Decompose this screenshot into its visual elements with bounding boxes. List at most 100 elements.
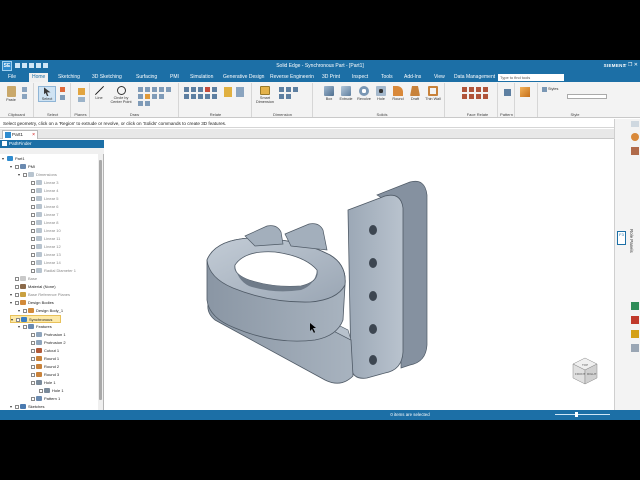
pathfinder-node[interactable]: Linear 11	[26, 235, 60, 243]
visibility-checkbox[interactable]	[31, 244, 35, 249]
symmetric-diameter-icon[interactable]	[279, 94, 284, 99]
equal-radius-icon[interactable]	[483, 94, 488, 99]
window-controls[interactable]: – ❐ ✕	[624, 62, 638, 68]
visibility-checkbox[interactable]	[31, 380, 35, 385]
pathfinder-node[interactable]: Linear 3	[26, 179, 58, 187]
arc-icon[interactable]	[138, 87, 143, 92]
visibility-checkbox[interactable]	[15, 284, 19, 289]
tab-data-management[interactable]: Data Management	[454, 74, 495, 80]
distance-between-icon[interactable]	[279, 87, 284, 92]
pathfinder-node[interactable]: Hole 1	[26, 379, 56, 387]
visibility-checkbox[interactable]	[16, 317, 20, 322]
visibility-checkbox[interactable]	[31, 204, 35, 209]
tab-pmi[interactable]: PMI	[170, 74, 179, 80]
pathfinder-node[interactable]: ▾ Sketches	[10, 403, 44, 410]
parallel-icon[interactable]	[212, 87, 217, 92]
rectangle-icon[interactable]	[145, 87, 150, 92]
visibility-checkbox[interactable]	[31, 180, 35, 185]
smart-dimension-button[interactable]: Smart Dimension	[255, 86, 275, 104]
tab-part1[interactable]: Part1 ×	[2, 130, 38, 139]
chamfer-dimension-icon[interactable]	[286, 94, 291, 99]
visibility-checkbox[interactable]	[31, 332, 35, 337]
visibility-checkbox[interactable]	[31, 348, 35, 353]
extrude-button[interactable]: Extrude	[337, 86, 355, 101]
visibility-checkbox[interactable]	[15, 164, 19, 169]
pathfinder-node[interactable]: Linear 12	[26, 243, 61, 251]
pathfinder-node[interactable]: Base	[10, 275, 37, 283]
pathfinder-node[interactable]: ▾ Design Bodies	[10, 299, 54, 307]
revolve-button[interactable]: Revolve	[355, 86, 373, 101]
tab-3d-sketching[interactable]: 3D Sketching	[92, 74, 122, 80]
pathfinder-node[interactable]: Material (None)	[10, 283, 56, 291]
tab-view[interactable]: View	[434, 74, 445, 80]
visibility-checkbox[interactable]	[15, 292, 19, 297]
visibility-checkbox[interactable]	[23, 324, 27, 329]
curve-icon[interactable]	[138, 101, 143, 106]
tab-add-ins[interactable]: Add-Ins	[404, 74, 421, 80]
pathfinder-node[interactable]: ▾ Dimensions	[18, 171, 57, 179]
measure-icon[interactable]	[631, 330, 639, 338]
pathfinder-node[interactable]: Protrusion 1	[26, 331, 66, 339]
pathfinder-node[interactable]: Linear 6	[26, 203, 58, 211]
parallel-face-icon[interactable]	[469, 87, 474, 92]
offset-icon[interactable]	[145, 94, 150, 99]
lock-icon[interactable]	[191, 94, 196, 99]
symmetric-face-icon[interactable]	[469, 94, 474, 99]
collinear-icon[interactable]	[205, 87, 210, 92]
mirror-icon[interactable]	[152, 94, 157, 99]
scale-icon[interactable]	[159, 94, 164, 99]
pathfinder-node[interactable]: Cutout 1	[26, 347, 59, 355]
pathfinder-node[interactable]: ▾ PMI	[10, 163, 35, 171]
point-icon[interactable]	[145, 101, 150, 106]
visibility-checkbox[interactable]	[31, 396, 35, 401]
tab-home[interactable]: Home	[29, 73, 49, 82]
visibility-checkbox[interactable]	[31, 364, 35, 369]
pathfinder-node[interactable]: Linear 5	[26, 195, 58, 203]
part-painter-icon[interactable]	[520, 87, 530, 97]
pathfinder-node[interactable]: Linear 8	[26, 219, 58, 227]
visibility-checkbox[interactable]	[15, 404, 19, 409]
visibility-checkbox[interactable]	[23, 308, 27, 313]
pathfinder-node[interactable]: ▾ Part1	[2, 155, 25, 163]
trim-icon[interactable]	[152, 87, 157, 92]
layers-icon[interactable]	[631, 147, 639, 155]
perpendicular-icon[interactable]	[184, 94, 189, 99]
zoom-slider[interactable]	[555, 414, 610, 415]
hole-button[interactable]: Hole	[373, 86, 389, 101]
color-palette-icon[interactable]	[631, 302, 639, 310]
angle-between-icon[interactable]	[286, 87, 291, 92]
settings-icon[interactable]	[631, 133, 639, 141]
zoom-slider-knob[interactable]	[575, 412, 578, 417]
visibility-checkbox[interactable]	[31, 340, 35, 345]
pathfinder-node[interactable]: ▾ Base Reference Planes	[10, 291, 70, 299]
pathfinder-node[interactable]: Round 1	[26, 355, 59, 363]
pathfinder-node[interactable]: Pattern 1	[26, 395, 60, 403]
style-dropdown[interactable]	[567, 94, 607, 99]
pathfinder-node[interactable]: Linear 7	[26, 211, 58, 219]
pathfinder-node[interactable]: Round 2	[26, 363, 59, 371]
visibility-checkbox[interactable]	[31, 356, 35, 361]
rotate-icon[interactable]	[166, 87, 171, 92]
box-button[interactable]: Box	[321, 86, 337, 101]
visibility-checkbox[interactable]	[15, 276, 19, 281]
pathfinder-node[interactable]: ▾ Design Body_1	[18, 307, 63, 315]
pathfinder-node[interactable]: Round 3	[26, 371, 59, 379]
tab-inspect[interactable]: Inspect	[352, 74, 368, 80]
visibility-checkbox[interactable]	[31, 236, 35, 241]
role-panels-key[interactable]: F3	[617, 231, 626, 245]
role-panels-label[interactable]: Role Panels	[629, 229, 634, 253]
paste-button[interactable]: Paste	[3, 86, 19, 102]
scrollbar-thumb[interactable]	[99, 160, 102, 400]
tab-3d-print[interactable]: 3D Print	[322, 74, 340, 80]
visibility-checkbox[interactable]	[31, 220, 35, 225]
pathfinder-scrollbar[interactable]	[98, 154, 103, 410]
pathfinder-node[interactable]: Linear 14	[26, 259, 61, 267]
coplanar-icon[interactable]	[462, 87, 467, 92]
tab-file[interactable]: File	[8, 74, 16, 80]
visibility-checkbox[interactable]	[31, 268, 35, 273]
draft-button[interactable]: Draft	[407, 86, 423, 101]
select-button[interactable]: Select	[38, 86, 56, 102]
close-tab-icon[interactable]: ×	[32, 131, 35, 139]
wrench-icon[interactable]	[631, 316, 639, 324]
view-cube[interactable]: FRONT RIGHT TOP	[572, 357, 598, 385]
